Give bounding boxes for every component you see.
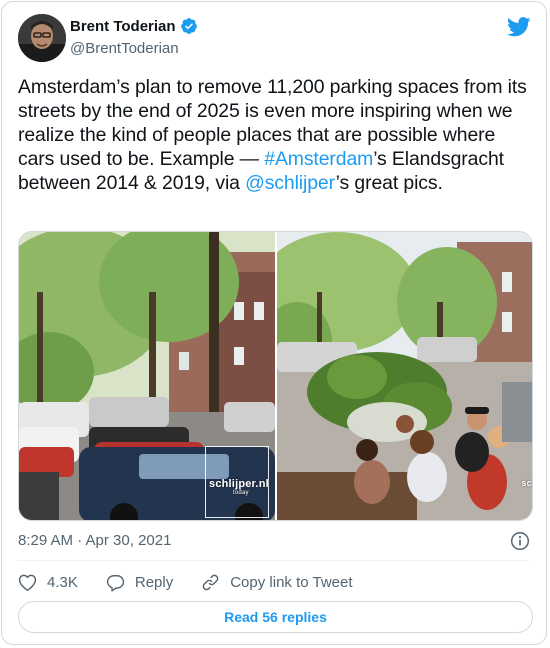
info-icon[interactable]	[510, 531, 530, 551]
reply-button[interactable]: Reply	[106, 573, 173, 592]
hashtag-link[interactable]: #Amsterdam	[264, 148, 373, 170]
read-replies-label: Read 56 replies	[224, 609, 327, 625]
mention-link[interactable]: @schlijper	[245, 172, 336, 194]
twitter-bird-icon[interactable]	[507, 16, 531, 38]
tweet-media: schlijper.nl today sc	[18, 231, 533, 521]
copy-link-label: Copy link to Tweet	[230, 573, 353, 591]
watermark-left-sub: today	[233, 490, 249, 496]
tweet-card: Brent Toderian @BrentToderian Amsterdam’…	[1, 1, 547, 645]
divider	[18, 560, 530, 561]
author-name-text[interactable]: Brent Toderian	[70, 18, 176, 35]
tweet-actions: 4.3K Reply Copy link to Tweet	[18, 570, 381, 594]
heart-icon	[18, 574, 37, 591]
tweet-timestamp[interactable]: 8:29 AM · Apr 30, 2021	[18, 532, 171, 549]
copy-link-button[interactable]: Copy link to Tweet	[201, 573, 353, 592]
like-button[interactable]: 4.3K	[18, 573, 78, 592]
verified-badge-icon	[180, 18, 197, 34]
watermark-right: sc	[521, 478, 532, 488]
author-handle[interactable]: @BrentToderian	[70, 40, 179, 57]
photo-2014-cars[interactable]: schlijper.nl today	[19, 232, 275, 520]
reply-icon	[106, 574, 124, 592]
author-avatar[interactable]	[18, 14, 66, 62]
reply-label: Reply	[134, 573, 174, 591]
author-name[interactable]: Brent Toderian	[70, 17, 198, 35]
photo-2019-people[interactable]: sc	[276, 232, 532, 520]
read-replies-button[interactable]: Read 56 replies	[18, 601, 533, 633]
link-icon	[202, 574, 219, 590]
tweet-text: Amsterdam’s plan to remove 11,200 parkin…	[18, 75, 533, 195]
tweet-text-part-3: ’s great pics.	[335, 172, 443, 194]
like-count: 4.3K	[47, 573, 78, 591]
watermark-left: schlijper.nl	[209, 478, 269, 490]
